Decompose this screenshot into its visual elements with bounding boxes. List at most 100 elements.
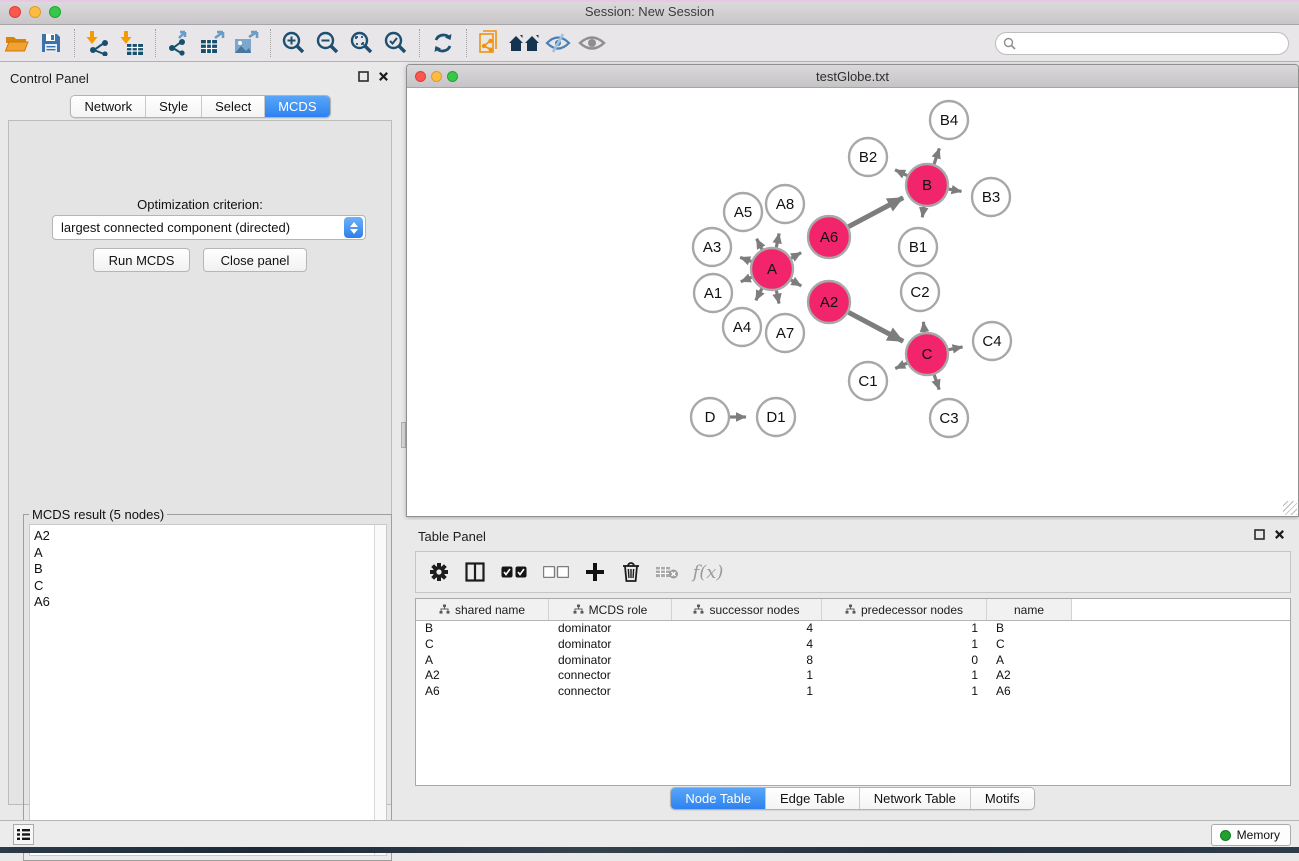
close-table-panel-icon[interactable] — [1274, 529, 1285, 540]
column-header-MCDS-role[interactable]: MCDS role — [549, 599, 672, 620]
float-table-panel-icon[interactable] — [1254, 529, 1265, 540]
zoom-out-icon[interactable] — [311, 28, 345, 58]
node-C3[interactable]: C3 — [930, 399, 968, 437]
network-graph[interactable]: B4B2BB3A5A8A6A3B1AA1C2A2A4A7C4CC1C3DD1 — [407, 88, 1298, 516]
close-panel-icon[interactable] — [378, 71, 389, 82]
cell-MCDS-role[interactable]: dominator — [549, 653, 672, 669]
add-column-icon[interactable] — [580, 557, 610, 587]
edge-C-C1[interactable] — [895, 363, 907, 368]
node-A4[interactable]: A4 — [723, 308, 761, 346]
show-columns-icon[interactable] — [460, 557, 490, 587]
hide-details-icon[interactable] — [541, 28, 575, 58]
edge-C-C2[interactable] — [923, 322, 924, 332]
zoom-selected-icon[interactable] — [379, 28, 413, 58]
node-B2[interactable]: B2 — [849, 138, 887, 176]
tab-mcds[interactable]: MCDS — [265, 96, 329, 117]
table-mode-gear-icon[interactable] — [424, 557, 454, 587]
network-canvas[interactable]: B4B2BB3A5A8A6A3B1AA1C2A2A4A7C4CC1C3DD1 — [407, 88, 1298, 516]
table-row[interactable]: Cdominator41C — [416, 637, 1290, 653]
node-C[interactable]: C — [906, 333, 948, 375]
cell-shared-name[interactable]: A — [416, 653, 549, 669]
edge-A-A7[interactable] — [776, 291, 779, 304]
node-A6[interactable]: A6 — [808, 216, 850, 258]
column-header-shared-name[interactable]: shared name — [416, 599, 549, 620]
edge-C-C4[interactable] — [949, 347, 963, 350]
optimization-criterion-dropdown[interactable]: largest connected component (directed) — [52, 215, 366, 240]
column-header-name[interactable]: name — [987, 599, 1072, 620]
network-window-titlebar[interactable]: testGlobe.txt — [407, 65, 1298, 88]
edge-A-A4[interactable] — [756, 289, 762, 301]
cell-predecessor-nodes[interactable]: 1 — [822, 668, 987, 684]
table-row[interactable]: A6connector11A6 — [416, 684, 1290, 700]
import-table-icon[interactable] — [115, 28, 149, 58]
result-item[interactable]: A — [34, 545, 386, 562]
close-panel-button[interactable]: Close panel — [203, 248, 307, 272]
function-builder-icon[interactable]: f(x) — [688, 557, 728, 587]
cell-MCDS-role[interactable]: connector — [549, 684, 672, 700]
edge-A-A2[interactable] — [791, 280, 801, 286]
select-all-icon[interactable] — [496, 557, 532, 587]
zoom-fit-icon[interactable] — [345, 28, 379, 58]
table-row[interactable]: Bdominator41B — [416, 621, 1290, 637]
cell-name[interactable]: A — [987, 653, 1072, 669]
node-table[interactable]: shared nameMCDS rolesuccessor nodesprede… — [415, 598, 1291, 786]
edge-B-B4[interactable] — [934, 148, 939, 164]
tab-style[interactable]: Style — [146, 96, 202, 117]
column-header-predecessor-nodes[interactable]: predecessor nodes — [822, 599, 987, 620]
node-C1[interactable]: C1 — [849, 362, 887, 400]
table-row[interactable]: Adominator80A — [416, 653, 1290, 669]
open-session-icon[interactable] — [0, 28, 34, 58]
edge-A-A8[interactable] — [776, 233, 779, 247]
resize-grip-icon[interactable] — [1283, 501, 1297, 515]
cell-shared-name[interactable]: A6 — [416, 684, 549, 700]
export-image-icon[interactable] — [230, 28, 264, 58]
edge-A-A5[interactable] — [757, 239, 762, 250]
result-item[interactable]: A6 — [34, 594, 386, 611]
node-A3[interactable]: A3 — [693, 228, 731, 266]
memory-button[interactable]: Memory — [1211, 824, 1291, 846]
column-header-successor-nodes[interactable]: successor nodes — [672, 599, 822, 620]
cell-predecessor-nodes[interactable]: 1 — [822, 684, 987, 700]
mcds-result-list[interactable]: A2ABCA6 — [29, 524, 387, 856]
run-mcds-button[interactable]: Run MCDS — [93, 248, 190, 272]
node-A1[interactable]: A1 — [694, 274, 732, 312]
cell-name[interactable]: B — [987, 621, 1072, 637]
tab-select[interactable]: Select — [202, 96, 265, 117]
task-history-button[interactable] — [13, 824, 34, 845]
cell-successor-nodes[interactable]: 4 — [672, 637, 822, 653]
edge-A6-B[interactable] — [848, 198, 903, 227]
delete-table-icon[interactable] — [652, 557, 682, 587]
edge-B-B2[interactable] — [895, 170, 907, 176]
home-icon[interactable] — [507, 28, 541, 58]
refresh-icon[interactable] — [426, 28, 460, 58]
result-item[interactable]: C — [34, 578, 386, 595]
edge-A-A3[interactable] — [740, 257, 751, 261]
cell-shared-name[interactable]: C — [416, 637, 549, 653]
node-B4[interactable]: B4 — [930, 101, 968, 139]
tab-node-table[interactable]: Node Table — [671, 788, 766, 809]
node-D[interactable]: D — [691, 398, 729, 436]
cell-name[interactable]: A2 — [987, 668, 1072, 684]
cell-MCDS-role[interactable]: dominator — [549, 621, 672, 637]
edge-B-B3[interactable] — [949, 189, 962, 191]
node-A7[interactable]: A7 — [766, 314, 804, 352]
cell-MCDS-role[interactable]: connector — [549, 668, 672, 684]
cell-name[interactable]: A6 — [987, 684, 1072, 700]
cell-successor-nodes[interactable]: 1 — [672, 684, 822, 700]
cell-predecessor-nodes[interactable]: 1 — [822, 637, 987, 653]
cell-predecessor-nodes[interactable]: 0 — [822, 653, 987, 669]
import-network-icon[interactable] — [81, 28, 115, 58]
node-B3[interactable]: B3 — [972, 178, 1010, 216]
export-network-icon[interactable] — [162, 28, 196, 58]
node-A2[interactable]: A2 — [808, 281, 850, 323]
show-details-icon[interactable] — [575, 28, 609, 58]
tab-motifs[interactable]: Motifs — [971, 788, 1034, 809]
node-A8[interactable]: A8 — [766, 185, 804, 223]
cell-successor-nodes[interactable]: 8 — [672, 653, 822, 669]
delete-columns-icon[interactable] — [616, 557, 646, 587]
cell-shared-name[interactable]: A2 — [416, 668, 549, 684]
result-item[interactable]: A2 — [34, 528, 386, 545]
result-item[interactable]: B — [34, 561, 386, 578]
edge-A2-C[interactable] — [848, 312, 903, 341]
node-A5[interactable]: A5 — [724, 193, 762, 231]
